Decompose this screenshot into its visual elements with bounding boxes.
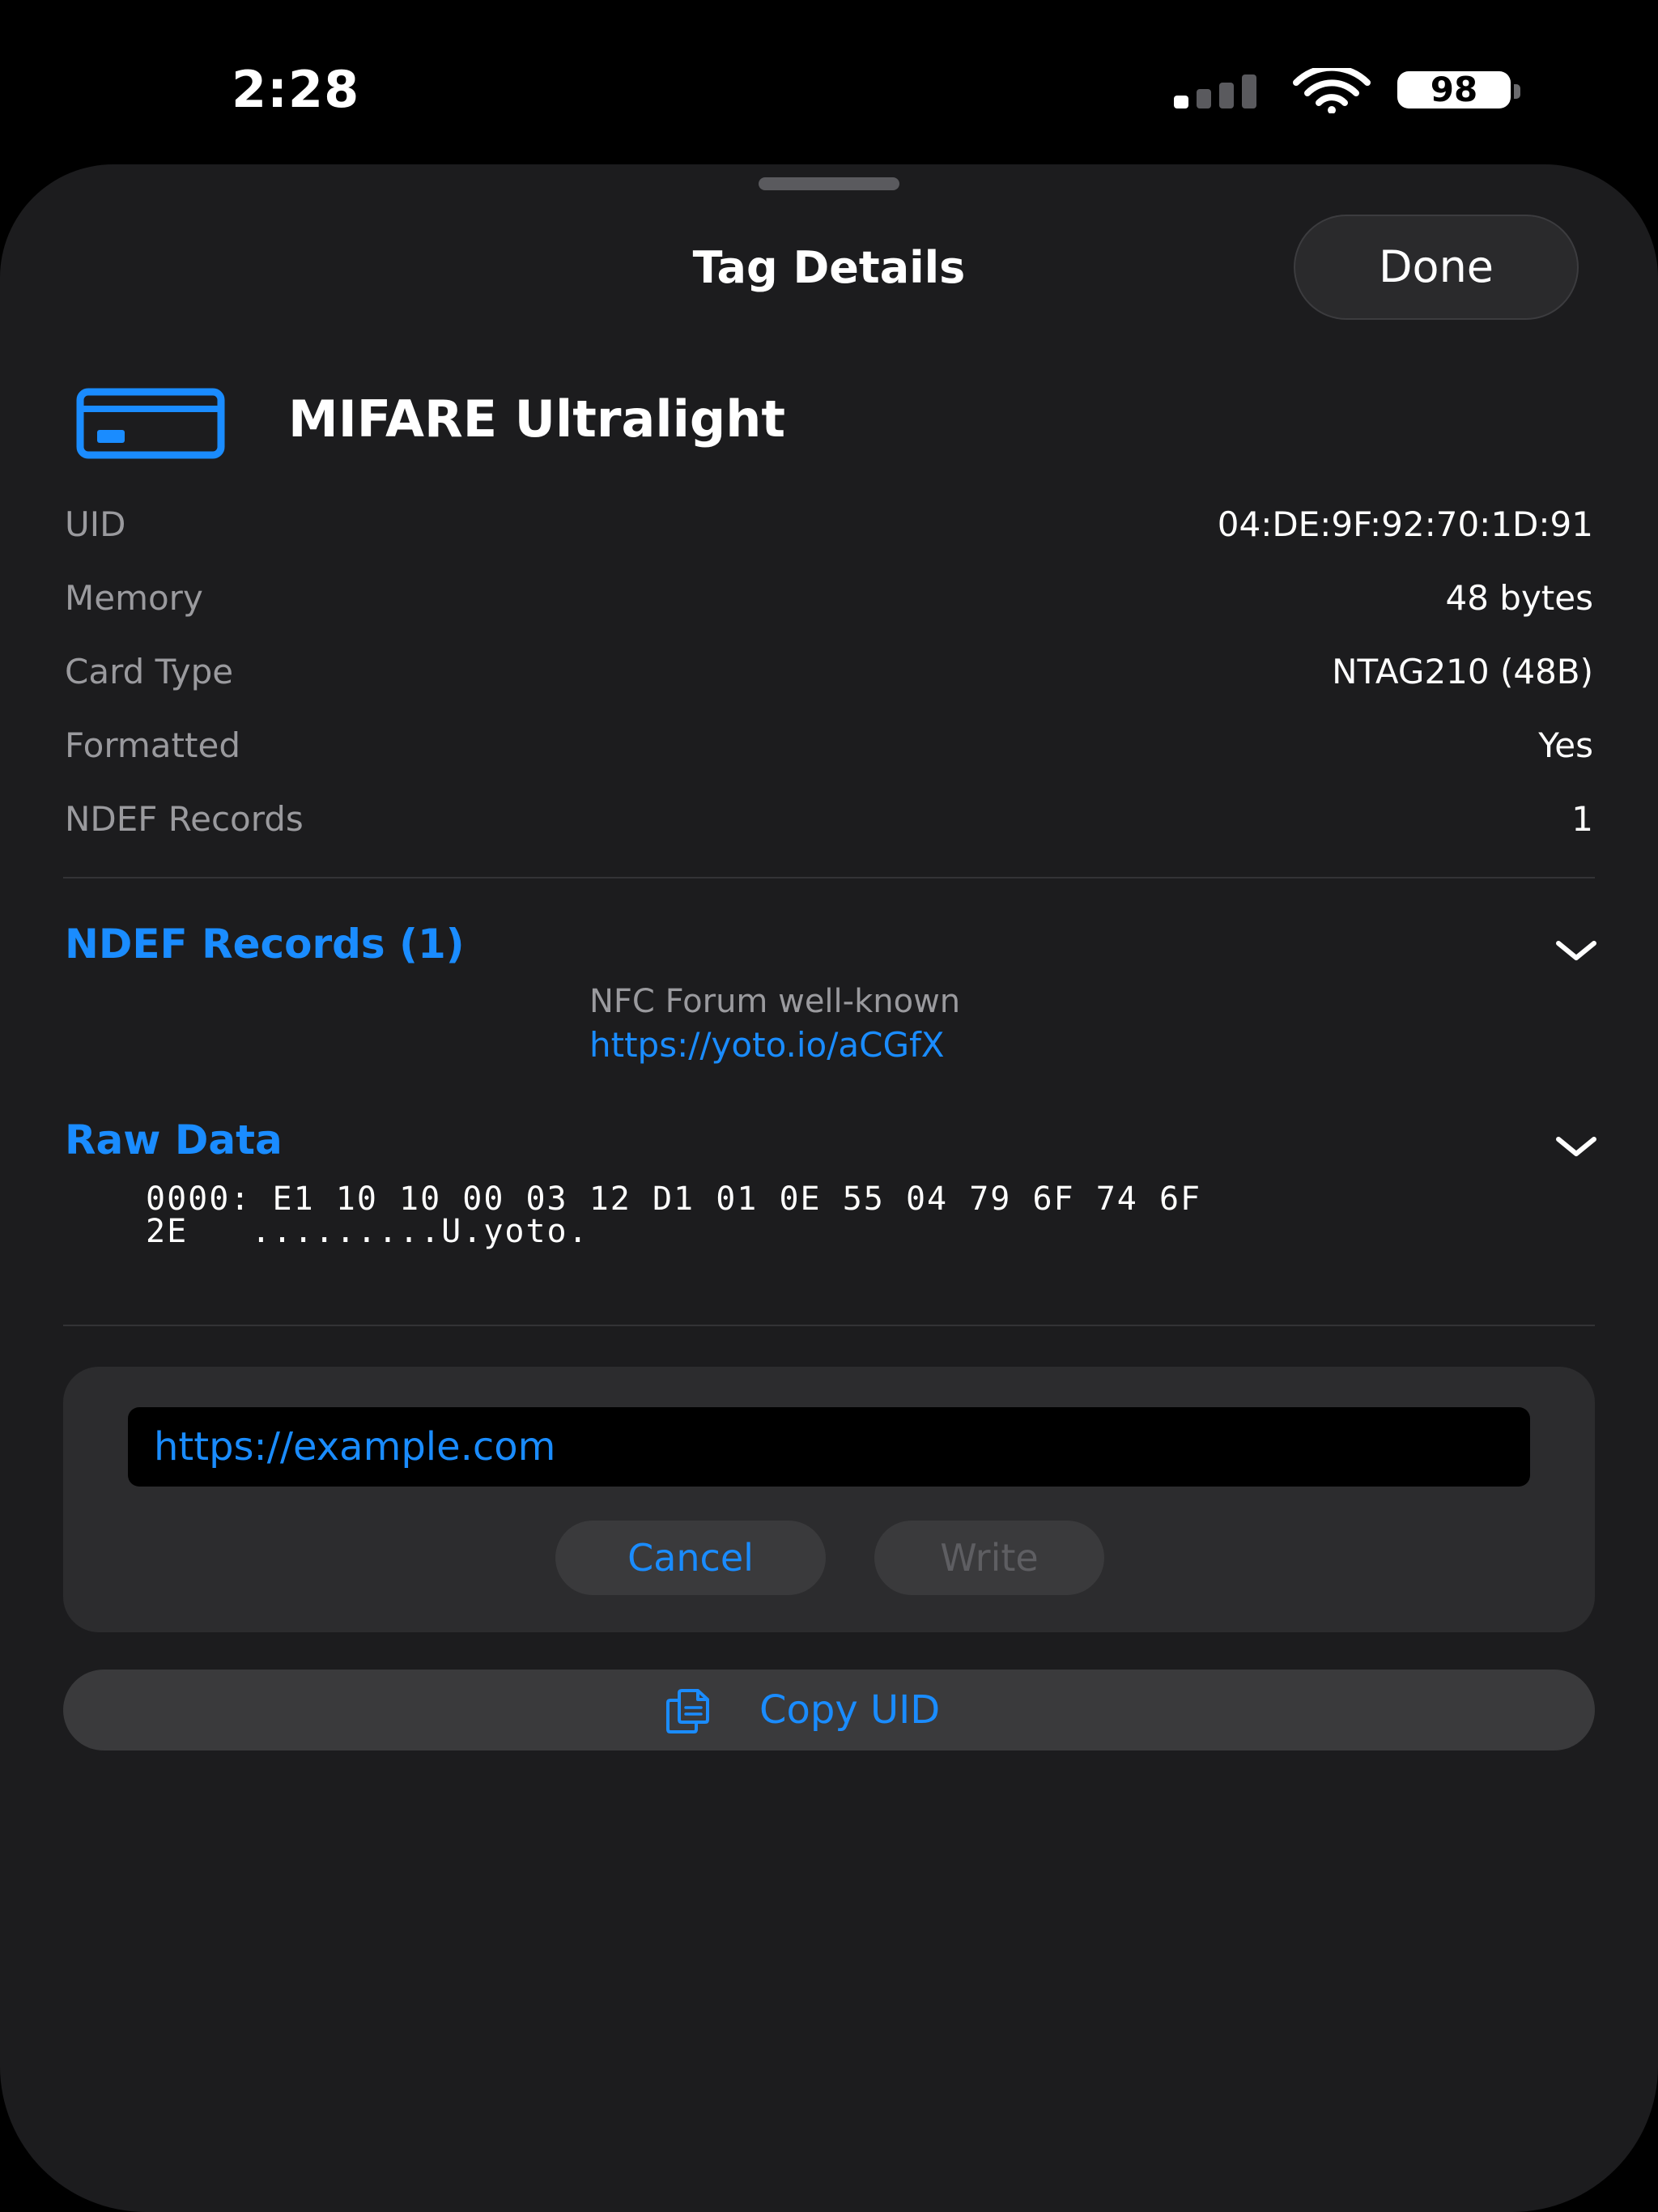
ndef-record-type: NFC Forum well-known [589,983,961,1020]
card-icon [76,388,225,459]
copy-uid-button[interactable]: Copy UID [63,1670,1595,1750]
divider [63,877,1595,878]
status-time: 2:28 [232,60,360,119]
detail-row-memory: Memory 48 bytes [65,578,1593,627]
copy-uid-label: Copy UID [759,1687,941,1733]
detail-label: UID [65,504,126,544]
battery-nub [1514,84,1520,99]
detail-row-uid: UID 04:DE:9F:92:70:1D:91 [65,504,1593,553]
detail-label: Memory [65,578,203,618]
url-input[interactable] [128,1407,1530,1487]
tag-type: MIFARE Ultralight [288,389,785,449]
write-panel: Cancel Write [63,1367,1595,1632]
raw-data-header[interactable]: Raw Data [65,1117,283,1163]
copy-icon [666,1689,709,1733]
detail-value: 04:DE:9F:92:70:1D:91 [1217,504,1593,544]
sheet-grabber[interactable] [759,177,899,190]
detail-label: Card Type [65,652,234,691]
raw-data-line: 2E .........U.yoto. [146,1213,589,1250]
cellular-signal-icon [1174,73,1263,108]
chevron-down-icon[interactable] [1554,938,1598,963]
detail-row-ndef-records: NDEF Records 1 [65,799,1593,848]
detail-row-formatted: Formatted Yes [65,725,1593,774]
divider [63,1325,1595,1326]
detail-value: 1 [1571,799,1593,839]
tag-details-sheet: Tag Details Done MIFARE Ultralight UID 0… [0,164,1658,2212]
write-button[interactable]: Write [874,1521,1104,1595]
detail-value: 48 bytes [1445,578,1594,618]
wifi-icon [1293,68,1371,113]
done-button[interactable]: Done [1294,215,1579,320]
chevron-down-icon[interactable] [1554,1134,1598,1159]
detail-row-card-type: Card Type NTAG210 (48B) [65,652,1593,700]
battery-icon: 98 [1397,71,1511,108]
status-bar: 2:28 98 [0,0,1658,162]
ndef-records-header[interactable]: NDEF Records (1) [65,921,465,968]
detail-value: Yes [1538,725,1593,765]
cancel-button[interactable]: Cancel [555,1521,826,1595]
status-icons: 98 [1174,68,1530,115]
ndef-record-url[interactable]: https://yoto.io/aCGfX [589,1025,945,1065]
detail-label: Formatted [65,725,240,765]
detail-label: NDEF Records [65,799,304,839]
detail-value: NTAG210 (48B) [1332,652,1593,691]
